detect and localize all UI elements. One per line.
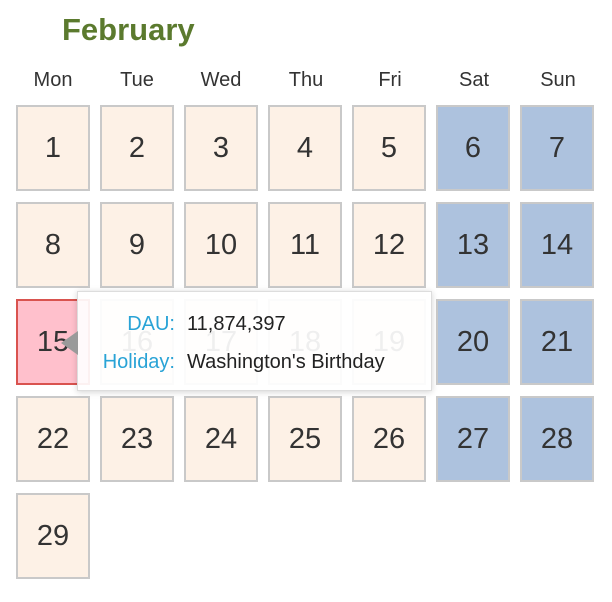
day-cell-13[interactable]: 13 (436, 202, 510, 288)
weekday-label-mon: Mon (33, 69, 73, 91)
day-cell-21[interactable]: 21 (520, 299, 594, 385)
day-cell-14[interactable]: 14 (520, 202, 594, 288)
day-cell-5[interactable]: 5 (352, 105, 426, 191)
day-cell-9[interactable]: 9 (100, 202, 174, 288)
day-cell-4[interactable]: 4 (268, 105, 342, 191)
day-cell-26[interactable]: 26 (352, 396, 426, 482)
day-tooltip: DAU: 11,874,397 Holiday: Washington's Bi… (61, 291, 432, 391)
day-cell-11[interactable]: 11 (268, 202, 342, 288)
day-cell-2[interactable]: 2 (100, 105, 174, 191)
month-title: February (62, 12, 195, 47)
tooltip-holiday-label: Holiday: (102, 351, 175, 373)
day-cell-12[interactable]: 12 (352, 202, 426, 288)
day-cell-20[interactable]: 20 (436, 299, 510, 385)
weekday-label-sun: Sun (540, 69, 576, 91)
day-cell-28[interactable]: 28 (520, 396, 594, 482)
tooltip-holiday-row: Holiday: Washington's Birthday (78, 349, 431, 375)
weekday-label-fri: Fri (378, 69, 402, 91)
weekday-label-wed: Wed (200, 69, 242, 91)
day-cell-25[interactable]: 25 (268, 396, 342, 482)
day-cell-6[interactable]: 6 (436, 105, 510, 191)
day-cell-8[interactable]: 8 (16, 202, 90, 288)
day-cell-27[interactable]: 27 (436, 396, 510, 482)
tooltip-holiday-value: Washington's Birthday (187, 351, 385, 373)
tooltip-dau-value: 11,874,397 (187, 313, 286, 335)
tooltip-dau-label: DAU: (127, 313, 175, 335)
day-cell-7[interactable]: 7 (520, 105, 594, 191)
day-cell-10[interactable]: 10 (184, 202, 258, 288)
tooltip-dau-row: DAU: 11,874,397 (78, 311, 431, 337)
day-cell-24[interactable]: 24 (184, 396, 258, 482)
day-cell-29[interactable]: 29 (16, 493, 90, 579)
weekday-label-thu: Thu (288, 69, 324, 91)
day-cell-22[interactable]: 22 (16, 396, 90, 482)
day-cell-23[interactable]: 23 (100, 396, 174, 482)
weekday-label-tue: Tue (120, 69, 154, 91)
day-cell-1[interactable]: 1 (16, 105, 90, 191)
weekday-label-sat: Sat (458, 69, 490, 91)
tooltip-arrow-icon (61, 331, 78, 355)
day-cell-3[interactable]: 3 (184, 105, 258, 191)
